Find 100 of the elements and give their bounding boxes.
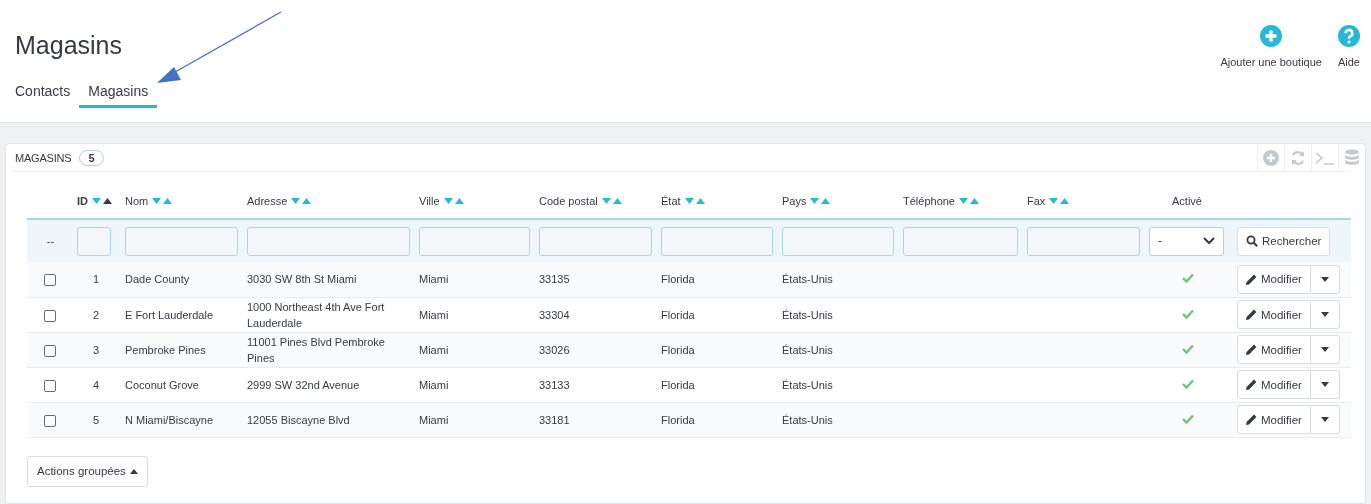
row-checkbox[interactable] — [44, 379, 56, 392]
sort-down-icon[interactable] — [959, 198, 968, 204]
dropdown-button[interactable] — [1310, 370, 1340, 399]
table-cell: 33181 — [539, 413, 570, 426]
table-cell: 1 — [92, 273, 100, 286]
filter-field[interactable] — [125, 226, 238, 256]
panel-title: MAGASINS — [15, 151, 72, 164]
select-field[interactable]: - — [1149, 226, 1224, 256]
table-cell: Miami — [419, 273, 449, 286]
table-cell: Miami — [419, 413, 449, 426]
table-cell: États-Unis — [782, 413, 833, 426]
sort-down-icon[interactable] — [601, 198, 611, 204]
column-header: Adresse — [247, 195, 288, 207]
filter-field[interactable] — [661, 226, 773, 256]
pencil-icon — [1246, 414, 1257, 425]
row-checkbox[interactable] — [44, 309, 56, 322]
filter-field[interactable] — [903, 226, 1018, 256]
tab[interactable]: Magasins — [79, 83, 158, 108]
table-cell: 33026 — [539, 343, 570, 356]
caret-icon — [1320, 347, 1329, 352]
caret-icon — [1320, 312, 1329, 317]
table-cell: 2 — [92, 308, 100, 321]
table-cell: 33304 — [539, 308, 570, 321]
terminal-icon — [1315, 150, 1335, 165]
help-button[interactable]: Aide — [1337, 25, 1360, 68]
row-checkbox[interactable] — [44, 274, 56, 287]
pencil-icon — [1246, 344, 1257, 355]
page-title: Magasins — [15, 31, 123, 60]
filter-field[interactable] — [247, 226, 410, 256]
caret-icon — [129, 468, 138, 474]
filter-field[interactable] — [782, 226, 894, 256]
add-icon — [1260, 25, 1283, 47]
dropdown-button[interactable] — [1310, 300, 1340, 329]
row-checkbox[interactable] — [44, 414, 56, 427]
edit-button[interactable]: Modifier — [1237, 335, 1311, 364]
pencil-icon — [1246, 379, 1257, 390]
table-cell: 5 — [92, 413, 100, 426]
tab[interactable]: Contacts — [15, 83, 71, 108]
table-cell: Florida — [661, 413, 695, 426]
database-icon — [1344, 148, 1360, 167]
table-cell: 2999 SW 32nd Avenue — [247, 378, 360, 391]
column-header: ID — [77, 195, 88, 207]
table-cell: 33133 — [539, 378, 570, 391]
column-header: Téléphone — [903, 195, 955, 207]
refresh-icon — [1290, 149, 1306, 166]
help-icon — [1338, 25, 1360, 47]
column-header: Fax — [1027, 195, 1046, 207]
column-header: État — [661, 195, 681, 207]
sort-down-icon[interactable] — [291, 198, 301, 204]
sort-down-icon[interactable] — [443, 198, 453, 204]
table-cell: États-Unis — [782, 343, 833, 356]
sort-down-icon[interactable] — [152, 198, 162, 204]
add-store-button[interactable]: Ajouter une boutique — [1220, 25, 1322, 68]
table-cell: Florida — [661, 343, 695, 356]
add-icon — [1263, 149, 1279, 166]
table-cell: N Miami/Biscayne — [125, 413, 214, 426]
table-cell: 3030 SW 8th St Miami — [247, 273, 357, 286]
table-cell: États-Unis — [782, 273, 833, 286]
table-cell: Pembroke Pines — [125, 343, 206, 356]
caret-icon — [1320, 276, 1329, 282]
table-cell: 12055 Biscayne Blvd — [247, 413, 350, 426]
bulk-actions-button[interactable]: Actions groupées — [27, 455, 148, 487]
edit-button[interactable]: Modifier — [1237, 405, 1311, 434]
edit-button[interactable]: Modifier — [1237, 300, 1311, 329]
table-cell: Miami — [419, 343, 449, 356]
table-cell: E Fort Lauderdale — [125, 308, 214, 321]
table-cell: Dade County — [125, 273, 190, 286]
table-cell: 1000 Northeast 4th Ave Fort Lauderdale — [247, 300, 385, 329]
dropdown-button[interactable] — [1310, 335, 1340, 364]
pencil-icon — [1246, 309, 1257, 320]
search-icon — [1246, 235, 1258, 247]
table-cell: Miami — [419, 308, 449, 321]
table-cell: Florida — [661, 308, 695, 321]
filter-field[interactable] — [539, 226, 652, 256]
row-checkbox[interactable] — [44, 344, 56, 357]
search-button[interactable]: Rechercher — [1237, 226, 1331, 256]
table-cell: 11001 Pines Blvd Pembroke Pines — [247, 335, 385, 364]
column-header: Activé — [1172, 195, 1202, 207]
filter-field[interactable] — [1027, 226, 1140, 256]
table-cell: 33135 — [539, 273, 570, 286]
table-cell: Miami — [419, 378, 449, 391]
dropdown-button[interactable] — [1310, 405, 1340, 434]
table-cell: Florida — [661, 378, 695, 391]
filter-marker: -- — [46, 235, 55, 247]
table-cell: Coconut Grove — [125, 378, 199, 391]
sort-down-icon[interactable] — [684, 198, 694, 204]
chevron-down-icon — [1203, 237, 1215, 245]
dropdown-button[interactable] — [1310, 264, 1340, 294]
column-header: Ville — [419, 195, 440, 207]
column-header: Pays — [782, 195, 807, 207]
sort-down-icon[interactable] — [1049, 198, 1059, 204]
filter-field[interactable] — [419, 226, 530, 256]
filter-field[interactable] — [77, 226, 111, 256]
edit-button[interactable]: Modifier — [1237, 370, 1311, 399]
pencil-icon — [1246, 273, 1257, 285]
table-cell: États-Unis — [782, 308, 833, 321]
caret-icon — [1320, 417, 1329, 422]
sort-down-icon[interactable] — [810, 198, 820, 204]
edit-button[interactable]: Modifier — [1237, 264, 1311, 294]
sort-up-icon[interactable] — [103, 198, 112, 204]
